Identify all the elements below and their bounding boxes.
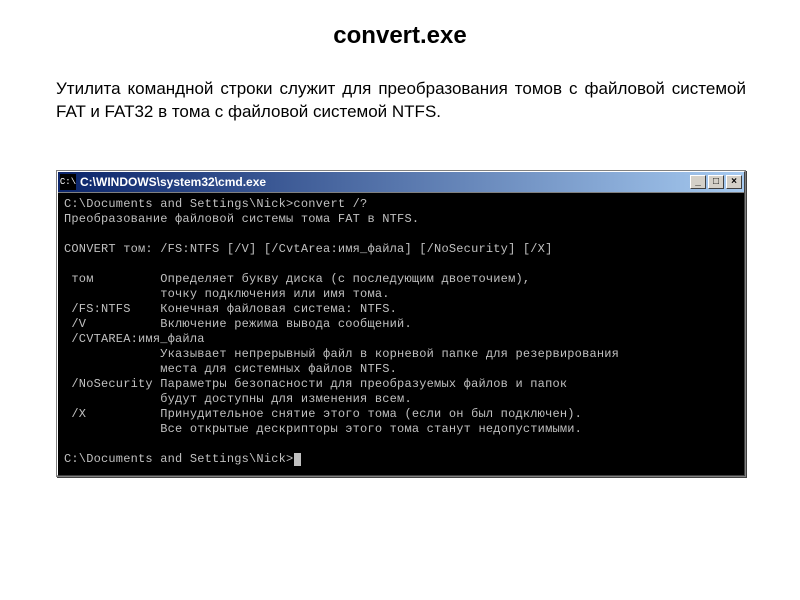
slide: convert.exe Утилита командной строки слу… bbox=[0, 0, 800, 600]
window-frame: C:\ C:\WINDOWS\system32\cmd.exe _ □ × C:… bbox=[57, 171, 745, 476]
terminal-line: точку подключения или имя тома. bbox=[64, 287, 390, 301]
terminal-line: CONVERT том: /FS:NTFS [/V] [/CvtArea:имя… bbox=[64, 242, 552, 256]
cmd-window: C:\ C:\WINDOWS\system32\cmd.exe _ □ × C:… bbox=[56, 170, 746, 477]
terminal-line: /NoSecurity Параметры безопасности для п… bbox=[64, 377, 567, 391]
terminal-line: /X Принудительное снятие этого тома (есл… bbox=[64, 407, 582, 421]
cursor bbox=[294, 453, 301, 466]
terminal-line: том Определяет букву диска (с последующи… bbox=[64, 272, 530, 286]
titlebar: C:\ C:\WINDOWS\system32\cmd.exe _ □ × bbox=[58, 172, 744, 192]
terminal-line: будут доступны для изменения всем. bbox=[64, 392, 412, 406]
window-caption: C:\WINDOWS\system32\cmd.exe bbox=[80, 175, 690, 189]
terminal-output: C:\Documents and Settings\Nick>convert /… bbox=[58, 192, 744, 475]
maximize-button[interactable]: □ bbox=[708, 175, 724, 189]
close-button[interactable]: × bbox=[726, 175, 742, 189]
terminal-line: /CVTAREA:имя_файла bbox=[64, 332, 205, 346]
cmd-icon-glyph: C:\ bbox=[60, 177, 76, 187]
terminal-line: Все открытые дескрипторы этого тома стан… bbox=[64, 422, 582, 436]
terminal-line: /FS:NTFS Конечная файловая система: NTFS… bbox=[64, 302, 397, 316]
window-buttons: _ □ × bbox=[690, 175, 742, 189]
terminal-line: C:\Documents and Settings\Nick>convert /… bbox=[64, 197, 367, 211]
page-title: convert.exe bbox=[0, 22, 800, 50]
terminal-line: места для системных файлов NTFS. bbox=[64, 362, 397, 376]
terminal-prompt: C:\Documents and Settings\Nick> bbox=[64, 452, 293, 466]
minimize-button[interactable]: _ bbox=[690, 175, 706, 189]
terminal-line: Преобразование файловой системы тома FAT… bbox=[64, 212, 419, 226]
terminal-line: /V Включение режима вывода сообщений. bbox=[64, 317, 412, 331]
description-text: Утилита командной строки служит для прео… bbox=[56, 78, 746, 124]
cmd-icon: C:\ bbox=[60, 174, 76, 190]
terminal-line: Указывает непрерывный файл в корневой па… bbox=[64, 347, 619, 361]
